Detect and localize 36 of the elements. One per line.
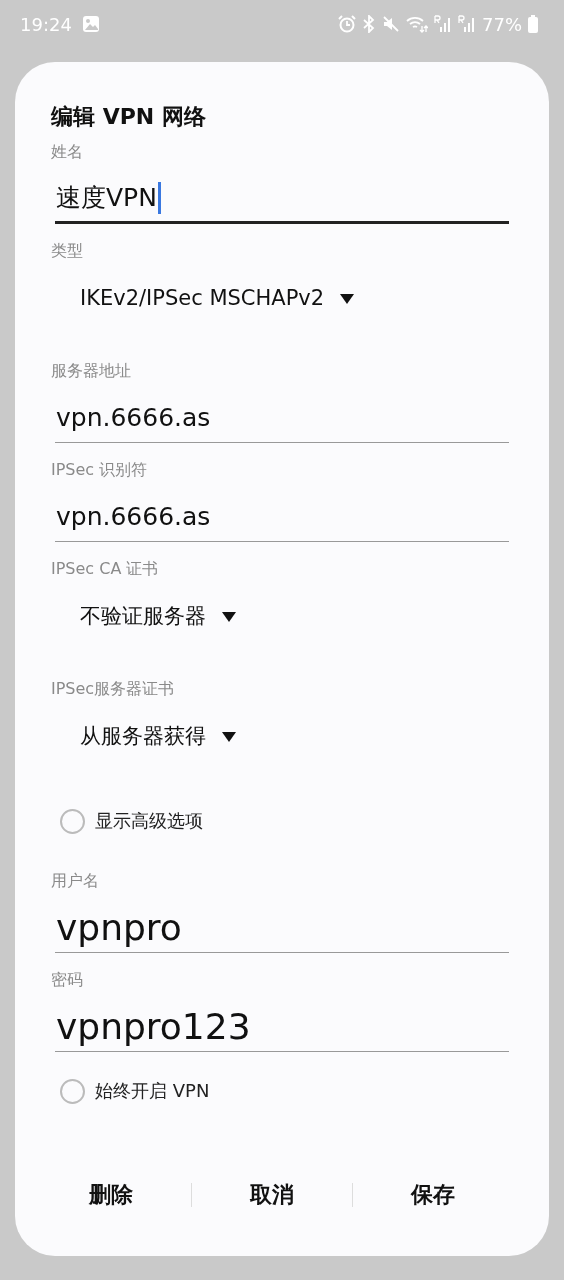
caret-icon [222, 612, 236, 622]
dropdown[interactable]: 不验证服务器 [80, 602, 236, 630]
checkbox-label: 显示高级选项 [95, 809, 203, 833]
mute-icon [382, 15, 400, 33]
checkbox[interactable] [60, 1078, 85, 1104]
checkbox-label: 始终开启 VPN [95, 1079, 210, 1103]
input-field[interactable]: vpn.6666.as [55, 393, 509, 443]
field-label: 姓名 [51, 141, 84, 163]
dialog-button[interactable]: 保存 [353, 1170, 513, 1220]
field-label: 类型 [51, 240, 84, 262]
field-label: 密码 [51, 969, 84, 991]
alarm-icon [338, 15, 356, 33]
dialog-title: 编辑 VPN 网络 [51, 103, 207, 131]
input-field[interactable]: vpnpro123 [55, 1002, 509, 1052]
checkbox[interactable] [60, 808, 85, 834]
field-label: IPSec CA 证书 [51, 558, 160, 580]
dialog-button[interactable]: 取消 [192, 1170, 352, 1220]
signal-icon [458, 15, 476, 33]
caret-icon [340, 294, 355, 304]
input-field[interactable]: 速度VPN [55, 174, 509, 224]
field-label: 用户名 [51, 870, 100, 892]
dropdown[interactable]: IKEv2/IPSec MSCHAPv2 [80, 286, 355, 310]
signal-icon [434, 15, 452, 33]
field-label: 服务器地址 [51, 360, 132, 382]
input-field[interactable]: vpnpro [55, 903, 509, 953]
field-label: IPSec 识别符 [51, 459, 149, 481]
dialog-button[interactable]: 删除 [31, 1170, 191, 1220]
wifi-icon [406, 15, 428, 33]
caret-icon [222, 732, 236, 742]
input-field[interactable]: vpn.6666.as [55, 492, 509, 542]
text-cursor [157, 181, 161, 214]
gallery-icon [81, 15, 100, 33]
bluetooth-icon [362, 15, 376, 33]
field-label: IPSec服务器证书 [51, 678, 176, 700]
dropdown[interactable]: 从服务器获得 [80, 722, 236, 750]
battery-icon [528, 15, 538, 33]
